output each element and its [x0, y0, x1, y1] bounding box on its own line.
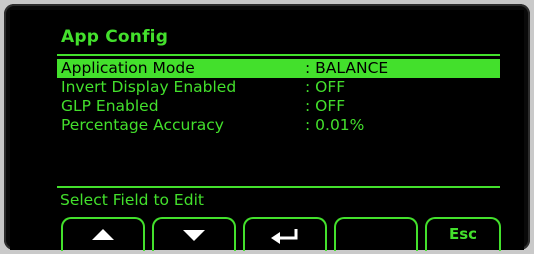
page-title: App Config — [61, 27, 169, 47]
row-value: : BALANCE — [305, 59, 389, 77]
down-arrow-icon — [154, 227, 234, 247]
row-value: : OFF — [305, 97, 346, 115]
esc-button[interactable]: Esc — [425, 217, 501, 251]
row-label: Application Mode — [61, 59, 195, 77]
row-application-mode[interactable]: Application Mode : BALANCE — [57, 59, 500, 78]
row-label: Invert Display Enabled — [61, 78, 237, 96]
row-value: : 0.01% — [305, 116, 365, 134]
row-glp-enabled[interactable]: GLP Enabled : OFF — [57, 97, 500, 116]
down-button[interactable] — [152, 217, 236, 251]
row-invert-display[interactable]: Invert Display Enabled : OFF — [57, 78, 500, 97]
title-divider — [57, 54, 500, 56]
up-arrow-icon — [63, 227, 143, 247]
row-label: GLP Enabled — [61, 97, 159, 115]
enter-button[interactable] — [243, 217, 327, 251]
esc-label: Esc — [448, 225, 478, 243]
row-label: Percentage Accuracy — [61, 116, 224, 134]
status-divider — [57, 186, 500, 188]
row-percentage-accuracy[interactable]: Percentage Accuracy : 0.01% — [57, 116, 500, 135]
status-text: Select Field to Edit — [60, 191, 204, 209]
blank-softkey[interactable] — [334, 217, 418, 251]
enter-icon — [245, 227, 325, 249]
row-value: : OFF — [305, 78, 346, 96]
up-button[interactable] — [61, 217, 145, 251]
